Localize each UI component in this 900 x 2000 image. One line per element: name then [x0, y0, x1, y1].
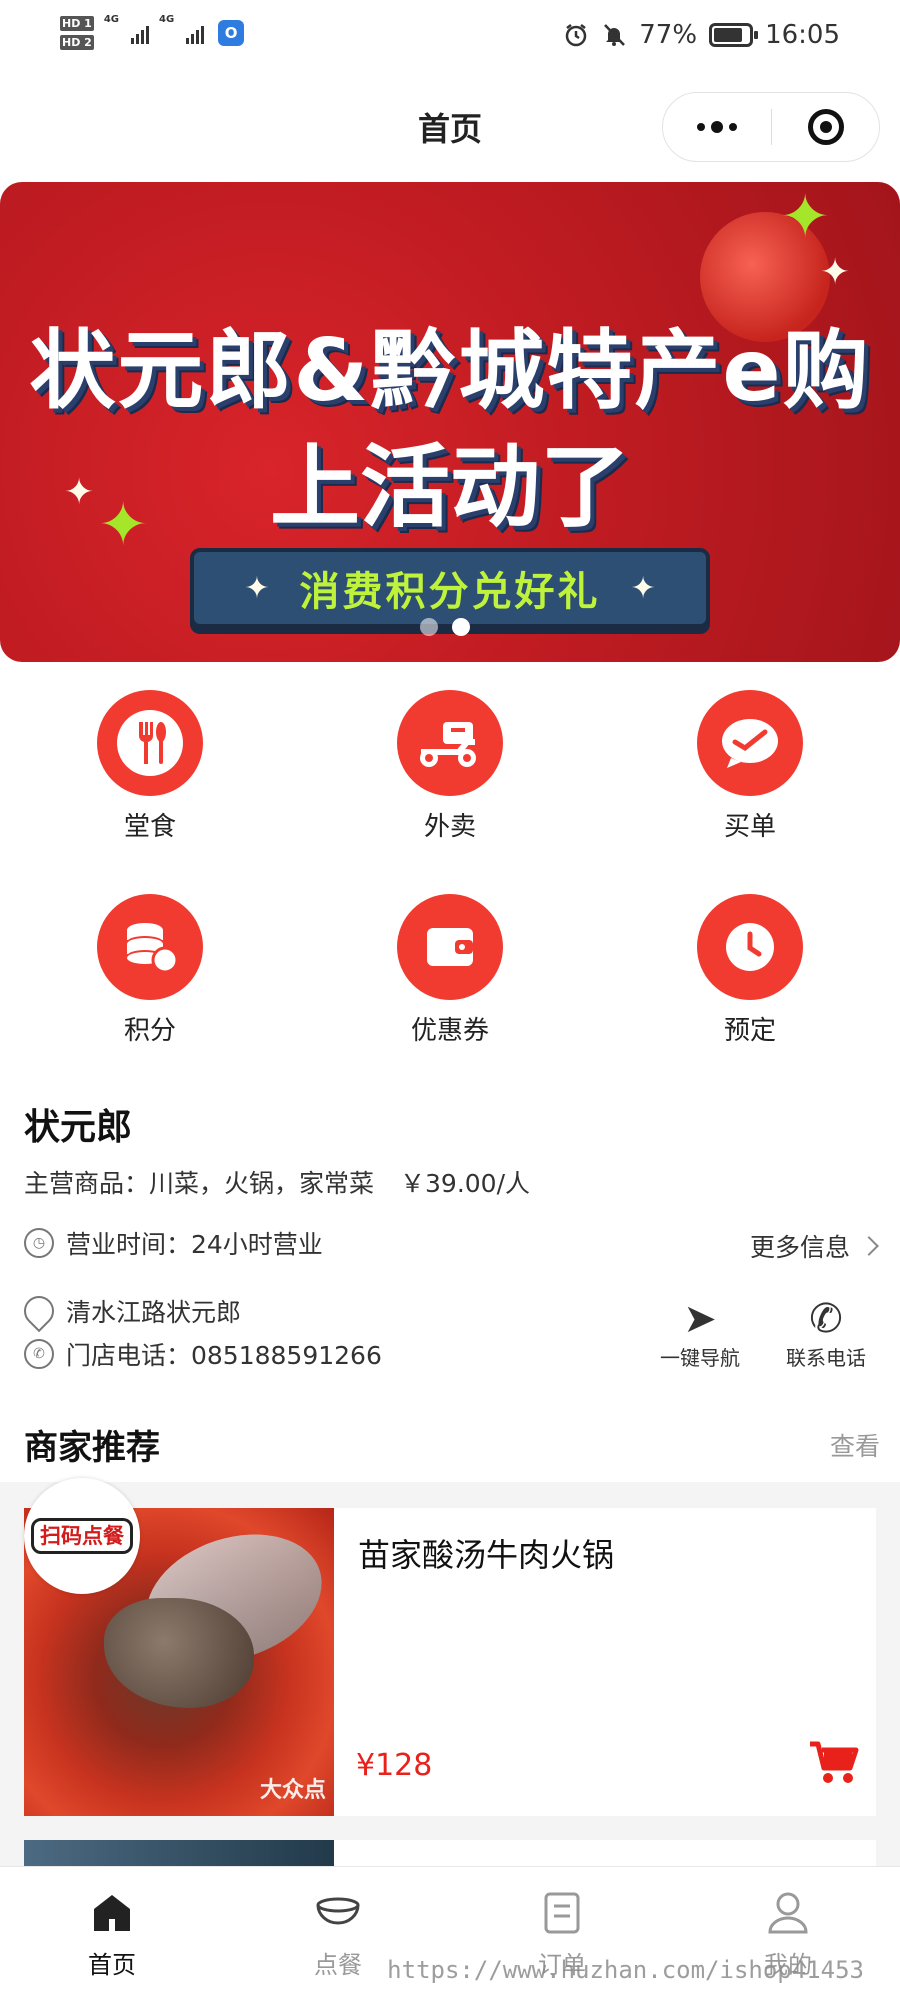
product-price: ¥128 [356, 1748, 433, 1783]
carousel-dot-active[interactable] [452, 618, 470, 636]
carousel-dots [420, 618, 470, 636]
more-dot-icon [729, 123, 737, 131]
more-info-link[interactable]: 更多信息 [749, 1228, 879, 1264]
battery-percent: 77% [639, 20, 698, 50]
grid-item-pay-bill[interactable]: 买单 [650, 690, 850, 843]
carousel-dot[interactable] [420, 618, 438, 636]
main-goods-text: 主营商品：川菜，火锅，家常菜 [24, 1169, 375, 1198]
coins-stack-icon [97, 894, 203, 1000]
alarm-icon [566, 24, 587, 47]
signal-icon-2 [186, 22, 205, 44]
address-text: 清水江路状元郎 [66, 1298, 242, 1327]
home-icon [52, 1887, 172, 1939]
scan-order-badge: 扫码点餐 [24, 1478, 140, 1594]
target-circle-icon [807, 109, 844, 145]
cart-icon[interactable] [808, 1740, 860, 1786]
promo-banner[interactable]: ✦ ✦ ✦ ✦ 状元郎&黔城特产e购 上活动了 ✦ 消费积分兑好礼 ✦ [0, 182, 900, 662]
phone-icon: ✆ [809, 1296, 843, 1342]
notification-app-icon: O [218, 20, 245, 46]
chevron-right-icon [859, 1236, 879, 1256]
call-label: 联系电话 [786, 1346, 866, 1370]
product-card[interactable]: 大众点 苗家酸汤牛肉火锅 ¥128 [24, 1508, 876, 1816]
tab-home[interactable]: 首页 [52, 1887, 172, 1980]
grid-item-reserve[interactable]: 预定 [650, 894, 850, 1047]
navigate-label: 一键导航 [660, 1346, 740, 1370]
delivery-scooter-icon [397, 690, 503, 796]
banner-pill: ✦ 消费积分兑好礼 ✦ [190, 548, 710, 628]
tab-order-food[interactable]: 点餐 [278, 1887, 398, 1980]
sparkle-icon: ✦ [244, 570, 270, 606]
store-name: 状元郎 [24, 1107, 133, 1148]
navigate-button[interactable]: ➤ 一键导航 [660, 1296, 740, 1371]
banner-headline: 状元郎&黔城特产e购 [29, 321, 871, 421]
net-type-2: 4G [159, 14, 175, 25]
grid-item-points[interactable]: 积分 [50, 894, 250, 1047]
phone-row: ✆ 门店电话：085188591266 [24, 1336, 382, 1372]
banner-pill-text: 消费积分兑好礼 [299, 569, 601, 615]
status-right: 77% 16:05 [563, 20, 840, 50]
hours-row: ◷ 营业时间：24小时营业 [24, 1225, 323, 1261]
more-info-text: 更多信息 [749, 1233, 850, 1262]
close-miniprogram-button[interactable] [772, 109, 879, 145]
grid-label: 买单 [723, 812, 776, 842]
phone-outline-icon: ✆ [24, 1339, 54, 1369]
grid-item-dine-in[interactable]: 堂食 [50, 690, 250, 843]
recommend-title: 商家推荐 [24, 1428, 160, 1468]
more-dot-icon [711, 121, 723, 133]
sim-indicator: HD 1 HD 2 [60, 14, 94, 52]
banner-subheadline: 上活动了 [270, 435, 630, 540]
hours-text: 营业时间：24小时营业 [66, 1230, 323, 1259]
order-icon [502, 1887, 622, 1939]
hd2-label: HD 2 [60, 35, 94, 50]
sparkle-icon: ✦ [780, 182, 831, 252]
grid-item-delivery[interactable]: 外卖 [350, 690, 550, 843]
clock-time: 16:05 [765, 20, 840, 50]
navigation-arrow-icon: ➤ [683, 1296, 717, 1342]
clock-icon [697, 894, 803, 1000]
call-button[interactable]: ✆ 联系电话 [786, 1296, 866, 1371]
grid-label: 积分 [123, 1016, 176, 1046]
signal-icon [131, 22, 149, 44]
sparkle-icon: ✦ [630, 570, 656, 606]
recommend-header: 商家推荐 查看 [24, 1420, 880, 1469]
phone-text: 门店电话：085188591266 [66, 1341, 382, 1370]
battery-icon [709, 23, 759, 47]
location-icon [17, 1289, 61, 1333]
site-watermark: https://www.huzhan.com/ishop41453 [387, 1956, 864, 1984]
mute-icon [604, 24, 626, 46]
sparkle-icon: ✦ [820, 252, 851, 293]
bowl-icon [278, 1887, 398, 1939]
tab-label: 点餐 [314, 1951, 362, 1979]
grid-label: 外卖 [423, 812, 476, 842]
more-menu-button[interactable] [663, 93, 771, 161]
store-info: 状元郎 主营商品：川菜，火锅，家常菜 ￥39.00/人 [24, 1098, 884, 1200]
grid-label: 优惠券 [410, 1016, 489, 1046]
image-watermark: 大众点 [259, 1778, 326, 1803]
nav-bar: 首页 [0, 84, 900, 174]
hd1-label: HD 1 [60, 16, 94, 31]
tab-label: 首页 [88, 1951, 136, 1979]
more-dot-icon [697, 123, 705, 131]
badge-text: 扫码点餐 [31, 1518, 133, 1554]
store-main-goods: 主营商品：川菜，火锅，家常菜 ￥39.00/人 [24, 1164, 884, 1200]
user-icon [728, 1887, 848, 1939]
wallet-icon [397, 894, 503, 1000]
product-name: 苗家酸汤牛肉火锅 [358, 1536, 615, 1574]
clock-outline-icon: ◷ [24, 1228, 54, 1258]
net-type-1: 4G [103, 14, 119, 25]
grid-label: 预定 [723, 1016, 776, 1046]
grid-label: 堂食 [123, 812, 176, 842]
miniprogram-capsule [662, 92, 880, 162]
status-left: HD 1 HD 2 4G 4G O [60, 14, 245, 52]
fork-spoon-icon [97, 690, 203, 796]
checkmark-chat-icon [697, 690, 803, 796]
view-more-link[interactable]: 查看 [830, 1427, 880, 1463]
address-row: 清水江路状元郎 [17, 1289, 242, 1333]
grid-item-coupon[interactable]: 优惠券 [350, 894, 550, 1047]
status-bar: HD 1 HD 2 4G 4G O 77% 16:05 [0, 0, 900, 80]
price-per-person: ￥39.00/人 [400, 1169, 531, 1198]
